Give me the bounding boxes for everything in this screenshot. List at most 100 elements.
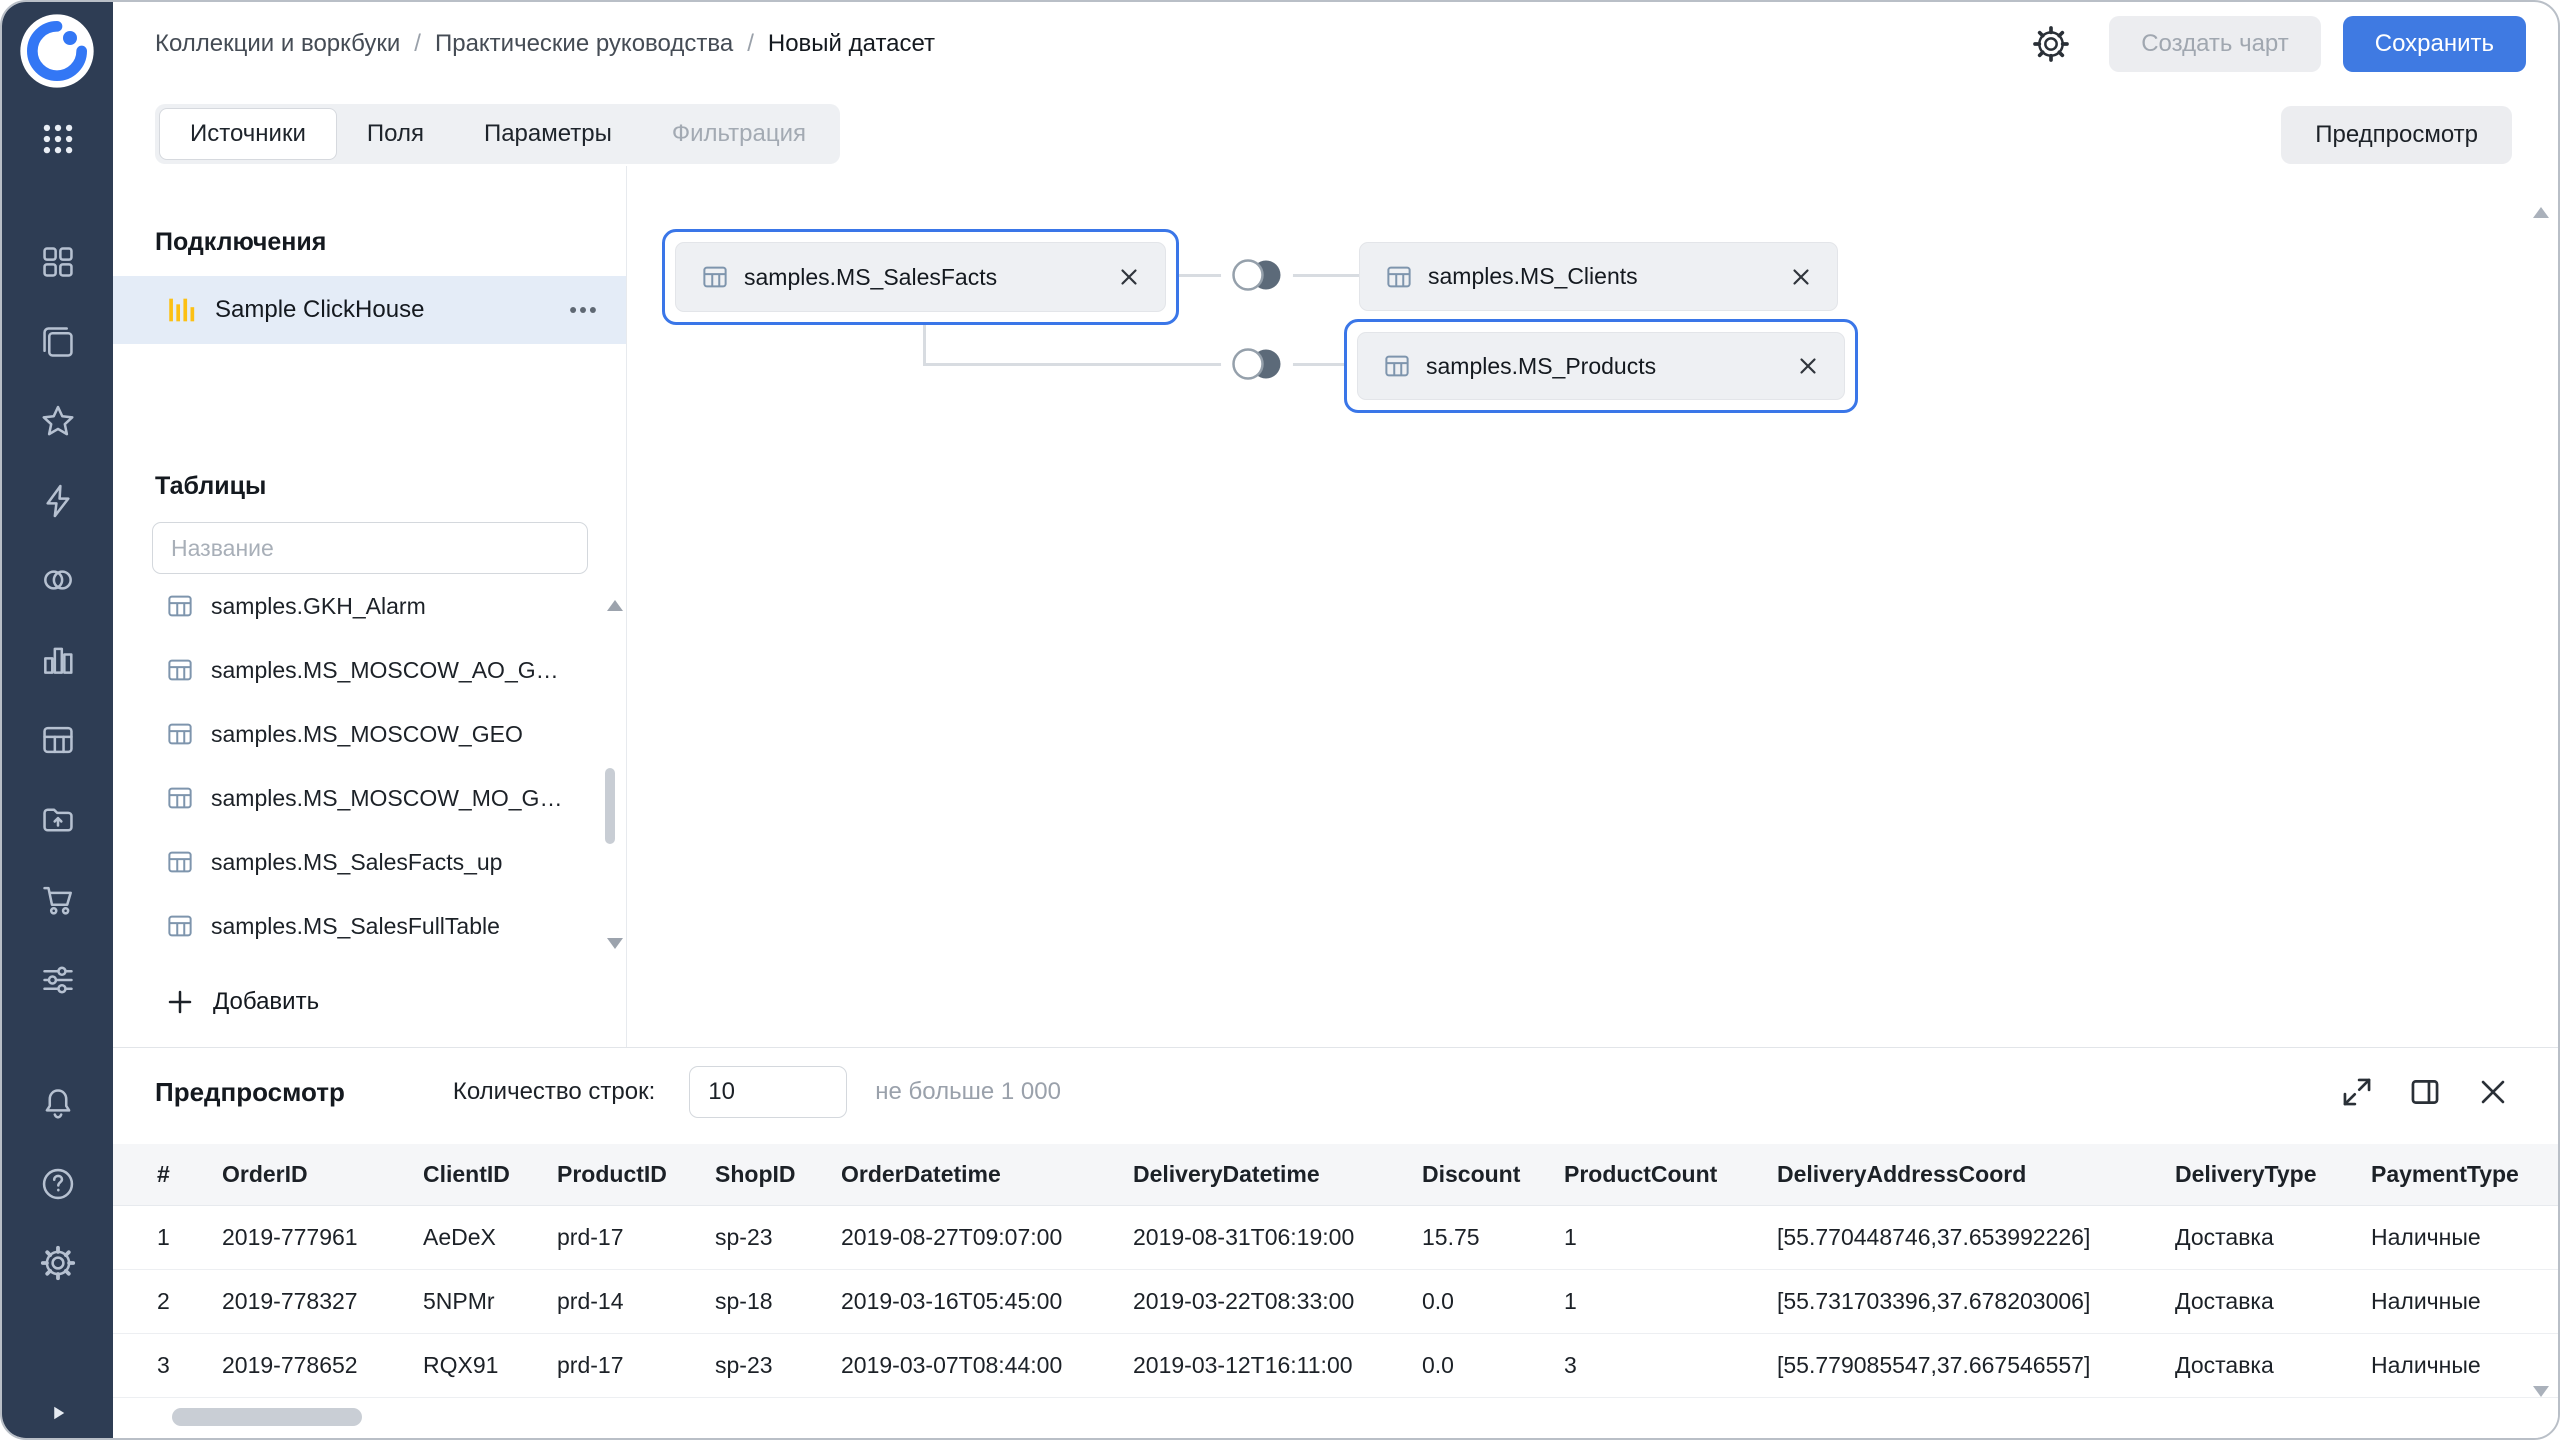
preview-column-header: PaymentType	[2371, 1161, 2558, 1188]
preview-cell: 2019-778327	[222, 1288, 423, 1315]
apps-grid-icon[interactable]	[2, 120, 113, 158]
breadcrumb: Коллекции и воркбуки / Практические руко…	[155, 30, 935, 58]
table-list-item[interactable]: samples.GKH_Alarm	[113, 574, 626, 638]
remove-node-icon[interactable]	[1117, 265, 1141, 289]
preview-toggle-button[interactable]: Предпросмотр	[2281, 106, 2512, 164]
preview-cell: 1	[1564, 1224, 1777, 1251]
connection-item[interactable]: Sample ClickHouse	[113, 276, 626, 344]
table-search-input[interactable]	[152, 522, 588, 574]
table-icon	[165, 847, 195, 877]
connections-icon[interactable]	[2, 482, 113, 520]
row-count-label: Количество строк:	[453, 1078, 655, 1106]
collections-icon[interactable]	[2, 323, 113, 361]
preview-column-header: DeliveryAddressCoord	[1777, 1161, 2175, 1188]
close-preview-icon[interactable]	[2476, 1075, 2510, 1109]
source-node-clients[interactable]: samples.MS_Clients	[1359, 242, 1838, 311]
node-label: samples.MS_SalesFacts	[744, 264, 997, 291]
connection-menu-icon[interactable]	[566, 293, 600, 327]
list-scrollbar-thumb[interactable]	[605, 768, 615, 844]
preview-cell: prd-14	[557, 1288, 715, 1315]
favorites-icon[interactable]	[2, 402, 113, 440]
table-icon	[165, 911, 195, 941]
remove-node-icon[interactable]	[1796, 354, 1820, 378]
dataset-settings-gear-icon[interactable]	[2031, 24, 2071, 64]
list-scroll-down-arrow[interactable]	[607, 938, 623, 949]
app-window: Коллекции и воркбуки / Практические руко…	[0, 0, 2560, 1440]
preview-cell: sp-18	[715, 1288, 841, 1315]
plus-icon	[165, 987, 195, 1017]
preview-column-header: OrderDatetime	[841, 1161, 1133, 1188]
preview-header: Предпросмотр Количество строк: не больше…	[113, 1048, 2558, 1136]
preview-cell: sp-23	[715, 1352, 841, 1379]
preview-cell: 3	[1564, 1352, 1777, 1379]
node-label: samples.MS_Clients	[1428, 263, 1638, 290]
preview-cell: 2019-08-27T09:07:00	[841, 1224, 1133, 1251]
nav-rail	[2, 2, 113, 1438]
preview-column-header: DeliveryDatetime	[1133, 1161, 1422, 1188]
table-list-item[interactable]: samples.MS_SalesFullTable	[113, 894, 626, 958]
table-name: samples.MS_SalesFacts_up	[211, 849, 502, 876]
notifications-icon[interactable]	[2, 1085, 113, 1123]
dashboards-icon[interactable]	[2, 721, 113, 759]
preview-cell: 2019-03-22T08:33:00	[1133, 1288, 1422, 1315]
preview-column-header: #	[157, 1161, 222, 1188]
source-node-salesfacts[interactable]: samples.MS_SalesFacts	[675, 242, 1166, 312]
breadcrumb-separator: /	[414, 30, 421, 58]
connections-panel: Подключения Sample ClickHouse Таблицы sa…	[113, 166, 627, 1047]
preview-cell: Доставка	[2175, 1288, 2371, 1315]
preview-cell: 1	[157, 1224, 222, 1251]
preview-cell: 2	[157, 1288, 222, 1315]
tab-parameters[interactable]: Параметры	[454, 108, 642, 160]
workbooks-icon[interactable]	[2, 243, 113, 281]
table-list-item[interactable]: samples.MS_MOSCOW_AO_G…	[113, 638, 626, 702]
table-list-item[interactable]: samples.MS_SalesFacts_up	[113, 830, 626, 894]
services-icon[interactable]	[2, 961, 113, 999]
preview-row: 12019-777961AeDeXprd-17sp-232019-08-27T0…	[113, 1206, 2558, 1270]
add-table-button[interactable]: Добавить	[165, 978, 319, 1026]
preview-column-header: DeliveryType	[2175, 1161, 2371, 1188]
breadcrumb-current: Новый датасет	[768, 30, 935, 58]
datalens-logo-icon[interactable]	[17, 11, 97, 91]
tab-fields[interactable]: Поля	[337, 108, 454, 160]
preview-cell: 0.0	[1422, 1352, 1564, 1379]
table-name: samples.MS_SalesFullTable	[211, 913, 500, 940]
breadcrumb-collections[interactable]: Коллекции и воркбуки	[155, 30, 400, 58]
expand-preview-icon[interactable]	[2340, 1075, 2374, 1109]
preview-cell: AeDeX	[423, 1224, 557, 1251]
preview-cell: [55.770448746,37.653992226]	[1777, 1224, 2175, 1251]
relation-line	[923, 324, 926, 366]
join-icon[interactable]	[1221, 340, 1293, 388]
canvas-scroll-up-arrow[interactable]	[2533, 207, 2549, 218]
tab-sources[interactable]: Источники	[159, 108, 337, 160]
tab-filtering: Фильтрация	[642, 108, 836, 160]
preview-column-header: ProductCount	[1564, 1161, 1777, 1188]
marketplace-icon[interactable]	[2, 881, 113, 919]
breadcrumb-guides[interactable]: Практические руководства	[435, 30, 733, 58]
join-icon[interactable]	[1221, 251, 1293, 299]
datasets-icon[interactable]	[2, 561, 113, 599]
table-list-item[interactable]: samples.MS_MOSCOW_GEO	[113, 702, 626, 766]
table-name: samples.MS_MOSCOW_MO_G…	[211, 785, 562, 812]
charts-icon[interactable]	[2, 641, 113, 679]
sources-canvas: samples.MS_SalesFacts samples.MS_Clients…	[628, 166, 2535, 1047]
list-scroll-up-arrow[interactable]	[607, 600, 623, 611]
preview-title: Предпросмотр	[155, 1077, 345, 1108]
source-node-products[interactable]: samples.MS_Products	[1357, 332, 1845, 400]
remove-node-icon[interactable]	[1789, 265, 1813, 289]
settings-gear-icon[interactable]	[2, 1244, 113, 1282]
panel-layout-icon[interactable]	[2408, 1075, 2442, 1109]
files-icon[interactable]	[2, 801, 113, 839]
collapse-sidebar-button[interactable]	[2, 1398, 113, 1428]
canvas-scroll-down-arrow[interactable]	[2533, 1386, 2549, 1397]
row-count-input[interactable]	[689, 1066, 847, 1118]
table-icon	[1382, 351, 1412, 381]
preview-cell: 3	[157, 1352, 222, 1379]
help-icon[interactable]	[2, 1165, 113, 1203]
preview-column-header: ClientID	[423, 1161, 557, 1188]
table-list-item[interactable]: samples.MS_MOSCOW_MO_G…	[113, 766, 626, 830]
save-button[interactable]: Сохранить	[2343, 16, 2526, 72]
preview-row: 32019-778652RQX91prd-17sp-232019-03-07T0…	[113, 1334, 2558, 1398]
horizontal-scrollbar-thumb[interactable]	[172, 1408, 362, 1426]
top-bar: Коллекции и воркбуки / Практические руко…	[113, 2, 2558, 86]
preview-cell: Доставка	[2175, 1352, 2371, 1379]
